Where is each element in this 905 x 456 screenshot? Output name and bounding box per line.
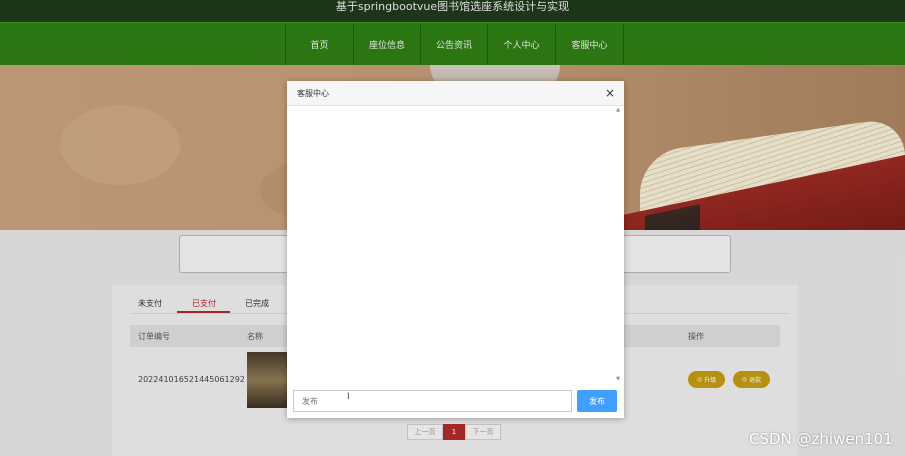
chat-messages-area <box>288 106 623 384</box>
scroll-down-icon[interactable]: ▼ <box>616 376 620 382</box>
scroll-up-icon[interactable]: ▲ <box>616 107 620 113</box>
chat-scrollbar[interactable]: ▲ ▼ <box>616 107 622 382</box>
text-cursor-icon: I <box>347 392 350 402</box>
dialog-title: 客服中心 <box>297 89 329 98</box>
message-input[interactable] <box>293 390 572 412</box>
close-icon[interactable]: × <box>605 86 615 100</box>
dialog-header: 客服中心 × <box>287 81 624 106</box>
send-button[interactable]: 发布 <box>577 390 617 412</box>
watermark: CSDN @zhiwen101 <box>749 430 893 448</box>
chat-dialog: 客服中心 × ▲ ▼ I 发布 <box>287 81 624 418</box>
